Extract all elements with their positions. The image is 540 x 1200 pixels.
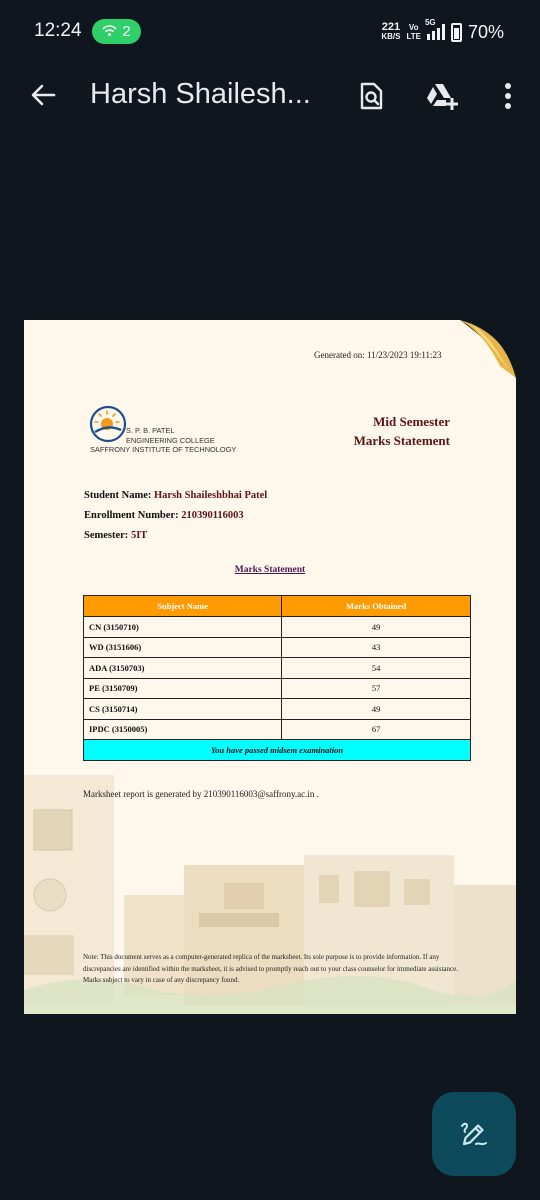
marks-value: 54 [281, 657, 471, 679]
back-arrow-icon [31, 84, 56, 106]
marks-value: 67 [281, 718, 471, 740]
table-row: ADA (3150703) 54 [82, 657, 471, 679]
table-row: PE (3150709) 57 [82, 677, 471, 699]
document-search-icon [360, 82, 383, 110]
edit-pen-icon [461, 1122, 487, 1146]
speed-unit: KB/S [381, 32, 401, 41]
document-page[interactable]: Generated on: 11/23/2023 19:11:23 S. P. … [24, 320, 516, 1014]
subject-name: IPDC (3150005) [82, 718, 283, 740]
table-row: IPDC (3150005) 67 [82, 718, 471, 740]
subject-name: PE (3150709) [82, 677, 283, 699]
statement-title: Marks Statement [234, 565, 306, 575]
marks-value: 43 [281, 636, 471, 658]
student-info: Student Name: Harsh Shaileshbhai Patel E… [84, 486, 267, 546]
page-curl-corner [460, 320, 516, 378]
battery-percent: 70% [467, 21, 504, 42]
hotspot-badge: 2 [92, 19, 141, 44]
student-name-row: Student Name: Harsh Shaileshbhai Patel [84, 486, 267, 506]
volte-bottom: LTE [406, 32, 421, 41]
enrollment-number: 210390116003 [181, 510, 244, 521]
heading-line-1: Mid Semester [373, 414, 450, 429]
table-row: CS (3150714) 49 [82, 698, 471, 720]
college-line-1: S. P. B. PATEL [126, 426, 175, 435]
add-to-drive-button[interactable] [424, 78, 460, 114]
document-heading: Mid Semester Marks Statement [354, 412, 450, 450]
hotspot-icon [102, 23, 117, 41]
college-line-3: SAFFRONY INSTITUTE OF TECHNOLOGY [90, 445, 237, 454]
network-speed: 221 KB/S [381, 22, 400, 42]
heading-line-2: Marks Statement [353, 433, 450, 448]
subject-name-header: Subject Name [82, 595, 283, 617]
find-in-document-button[interactable] [353, 78, 389, 114]
college-name: S. P. B. PATEL ENGINEERING COLLEGE SAFFR… [90, 426, 236, 455]
app-bar: Harsh Shailesh... [0, 64, 540, 128]
report-line: Marksheet report is generated by 2103901… [83, 789, 319, 799]
semester-label: Semester: [84, 530, 129, 541]
semester-value: 5IT [130, 530, 148, 541]
generated-on: Generated on: 11/23/2023 19:11:23 [314, 350, 442, 360]
marks-table: Subject Name Marks Obtained CN (3150710)… [82, 595, 471, 761]
student-name: Harsh Shaileshbhai Patel [154, 490, 268, 501]
table-row: CN (3150710) 49 [82, 616, 471, 638]
volte-top: Vo [408, 23, 419, 32]
marks-value: 57 [281, 677, 471, 699]
enrollment-row: Enrollment Number: 210390116003 [84, 506, 267, 526]
subject-name: CN (3150710) [82, 616, 283, 638]
subject-name: WD (3151606) [82, 636, 283, 658]
marks-value: 49 [281, 616, 471, 638]
document-title: Harsh Shailesh... [90, 78, 311, 110]
disclaimer-note: Note: This document serves as a computer… [83, 953, 458, 984]
college-line-2: ENGINEERING COLLEGE [126, 435, 215, 445]
table-header-row: Subject Name Marks Obtained [82, 595, 471, 617]
drive-add-icon [427, 84, 458, 110]
result-row: You have passed midsem examination [83, 739, 471, 761]
table-row: WD (3151606) 43 [82, 636, 471, 658]
result-text: You have passed midsem examination [83, 739, 471, 761]
subject-name: ADA (3150703) [82, 657, 283, 679]
signal-icon: 5G [425, 18, 445, 40]
clock: 12:24 [34, 20, 82, 41]
status-bar: 12:24 2 221 KB/S Vo LTE 5G 70% [0, 0, 540, 64]
edit-fab-button[interactable] [432, 1092, 516, 1176]
semester-row: Semester: 5IT [84, 526, 267, 546]
student-name-label: Student Name: [84, 490, 152, 501]
hotspot-count: 2 [122, 23, 131, 40]
subject-name: CS (3150714) [82, 698, 283, 720]
speed-value: 221 [381, 21, 401, 33]
back-button[interactable] [26, 78, 60, 112]
enrollment-label: Enrollment Number: [84, 510, 179, 521]
volte-indicator: Vo LTE [406, 23, 421, 41]
network-type: 5G [424, 18, 436, 27]
more-vert-icon [505, 83, 511, 109]
marks-obtained-header: Marks Obtained [281, 595, 471, 617]
marks-value: 49 [281, 698, 471, 720]
more-options-button[interactable] [490, 78, 526, 114]
battery-icon [450, 22, 462, 42]
